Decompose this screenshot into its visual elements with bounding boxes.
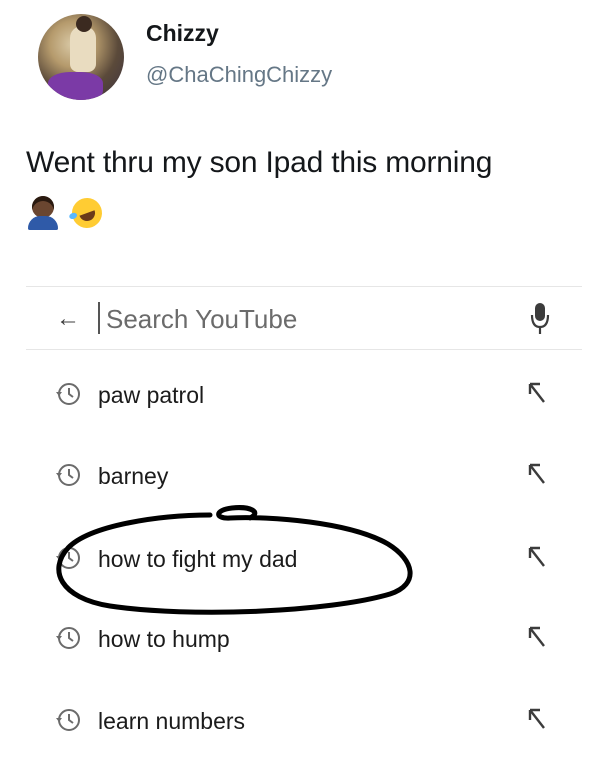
search-input[interactable] <box>104 298 508 340</box>
arrow-up-left-icon[interactable] <box>526 461 548 487</box>
tweet-text: Went thru my son Ipad this morning <box>26 146 493 179</box>
user-handle[interactable]: @ChaChingChizzy <box>146 62 332 88</box>
history-icon <box>56 709 80 731</box>
avatar-figure <box>70 26 96 72</box>
history-icon <box>56 383 80 405</box>
man-emoji-icon <box>26 196 60 230</box>
suggestion-label: how to fight my dad <box>98 546 298 572</box>
avatar-head <box>76 16 92 32</box>
suggestion-item[interactable]: how to hump <box>26 614 582 664</box>
suggestion-item-circled[interactable]: how to fight my dad <box>26 534 582 584</box>
history-icon <box>56 464 80 486</box>
suggestion-label: paw patrol <box>98 382 205 408</box>
arrow-up-left-icon[interactable] <box>526 706 548 732</box>
suggestion-item[interactable]: learn numbers <box>26 696 582 746</box>
arrow-up-left-icon[interactable] <box>526 544 548 570</box>
youtube-search-panel: ← paw patrol barney <box>26 286 582 766</box>
arrow-up-left-icon[interactable] <box>526 624 548 650</box>
arrow-up-left-icon[interactable] <box>526 380 548 406</box>
arrow-left-icon[interactable]: ← <box>56 305 80 333</box>
text-cursor <box>98 302 100 334</box>
avatar[interactable] <box>38 14 124 100</box>
microphone-icon[interactable] <box>530 303 550 335</box>
avatar-background <box>48 72 103 100</box>
suggestion-item[interactable]: paw patrol <box>26 370 582 420</box>
suggestion-label: learn numbers <box>98 708 246 734</box>
history-icon <box>56 547 80 569</box>
emoji-row <box>26 193 110 233</box>
suggestion-label: barney <box>98 463 169 489</box>
suggestion-item[interactable]: barney <box>26 451 582 501</box>
tweet-header: Chizzy @ChaChingChizzy <box>38 14 578 104</box>
search-bar: ← <box>26 286 582 350</box>
laughing-emoji-icon <box>68 193 107 233</box>
history-icon <box>56 627 80 649</box>
suggestion-label: how to hump <box>98 626 230 652</box>
display-name[interactable]: Chizzy <box>146 20 219 47</box>
